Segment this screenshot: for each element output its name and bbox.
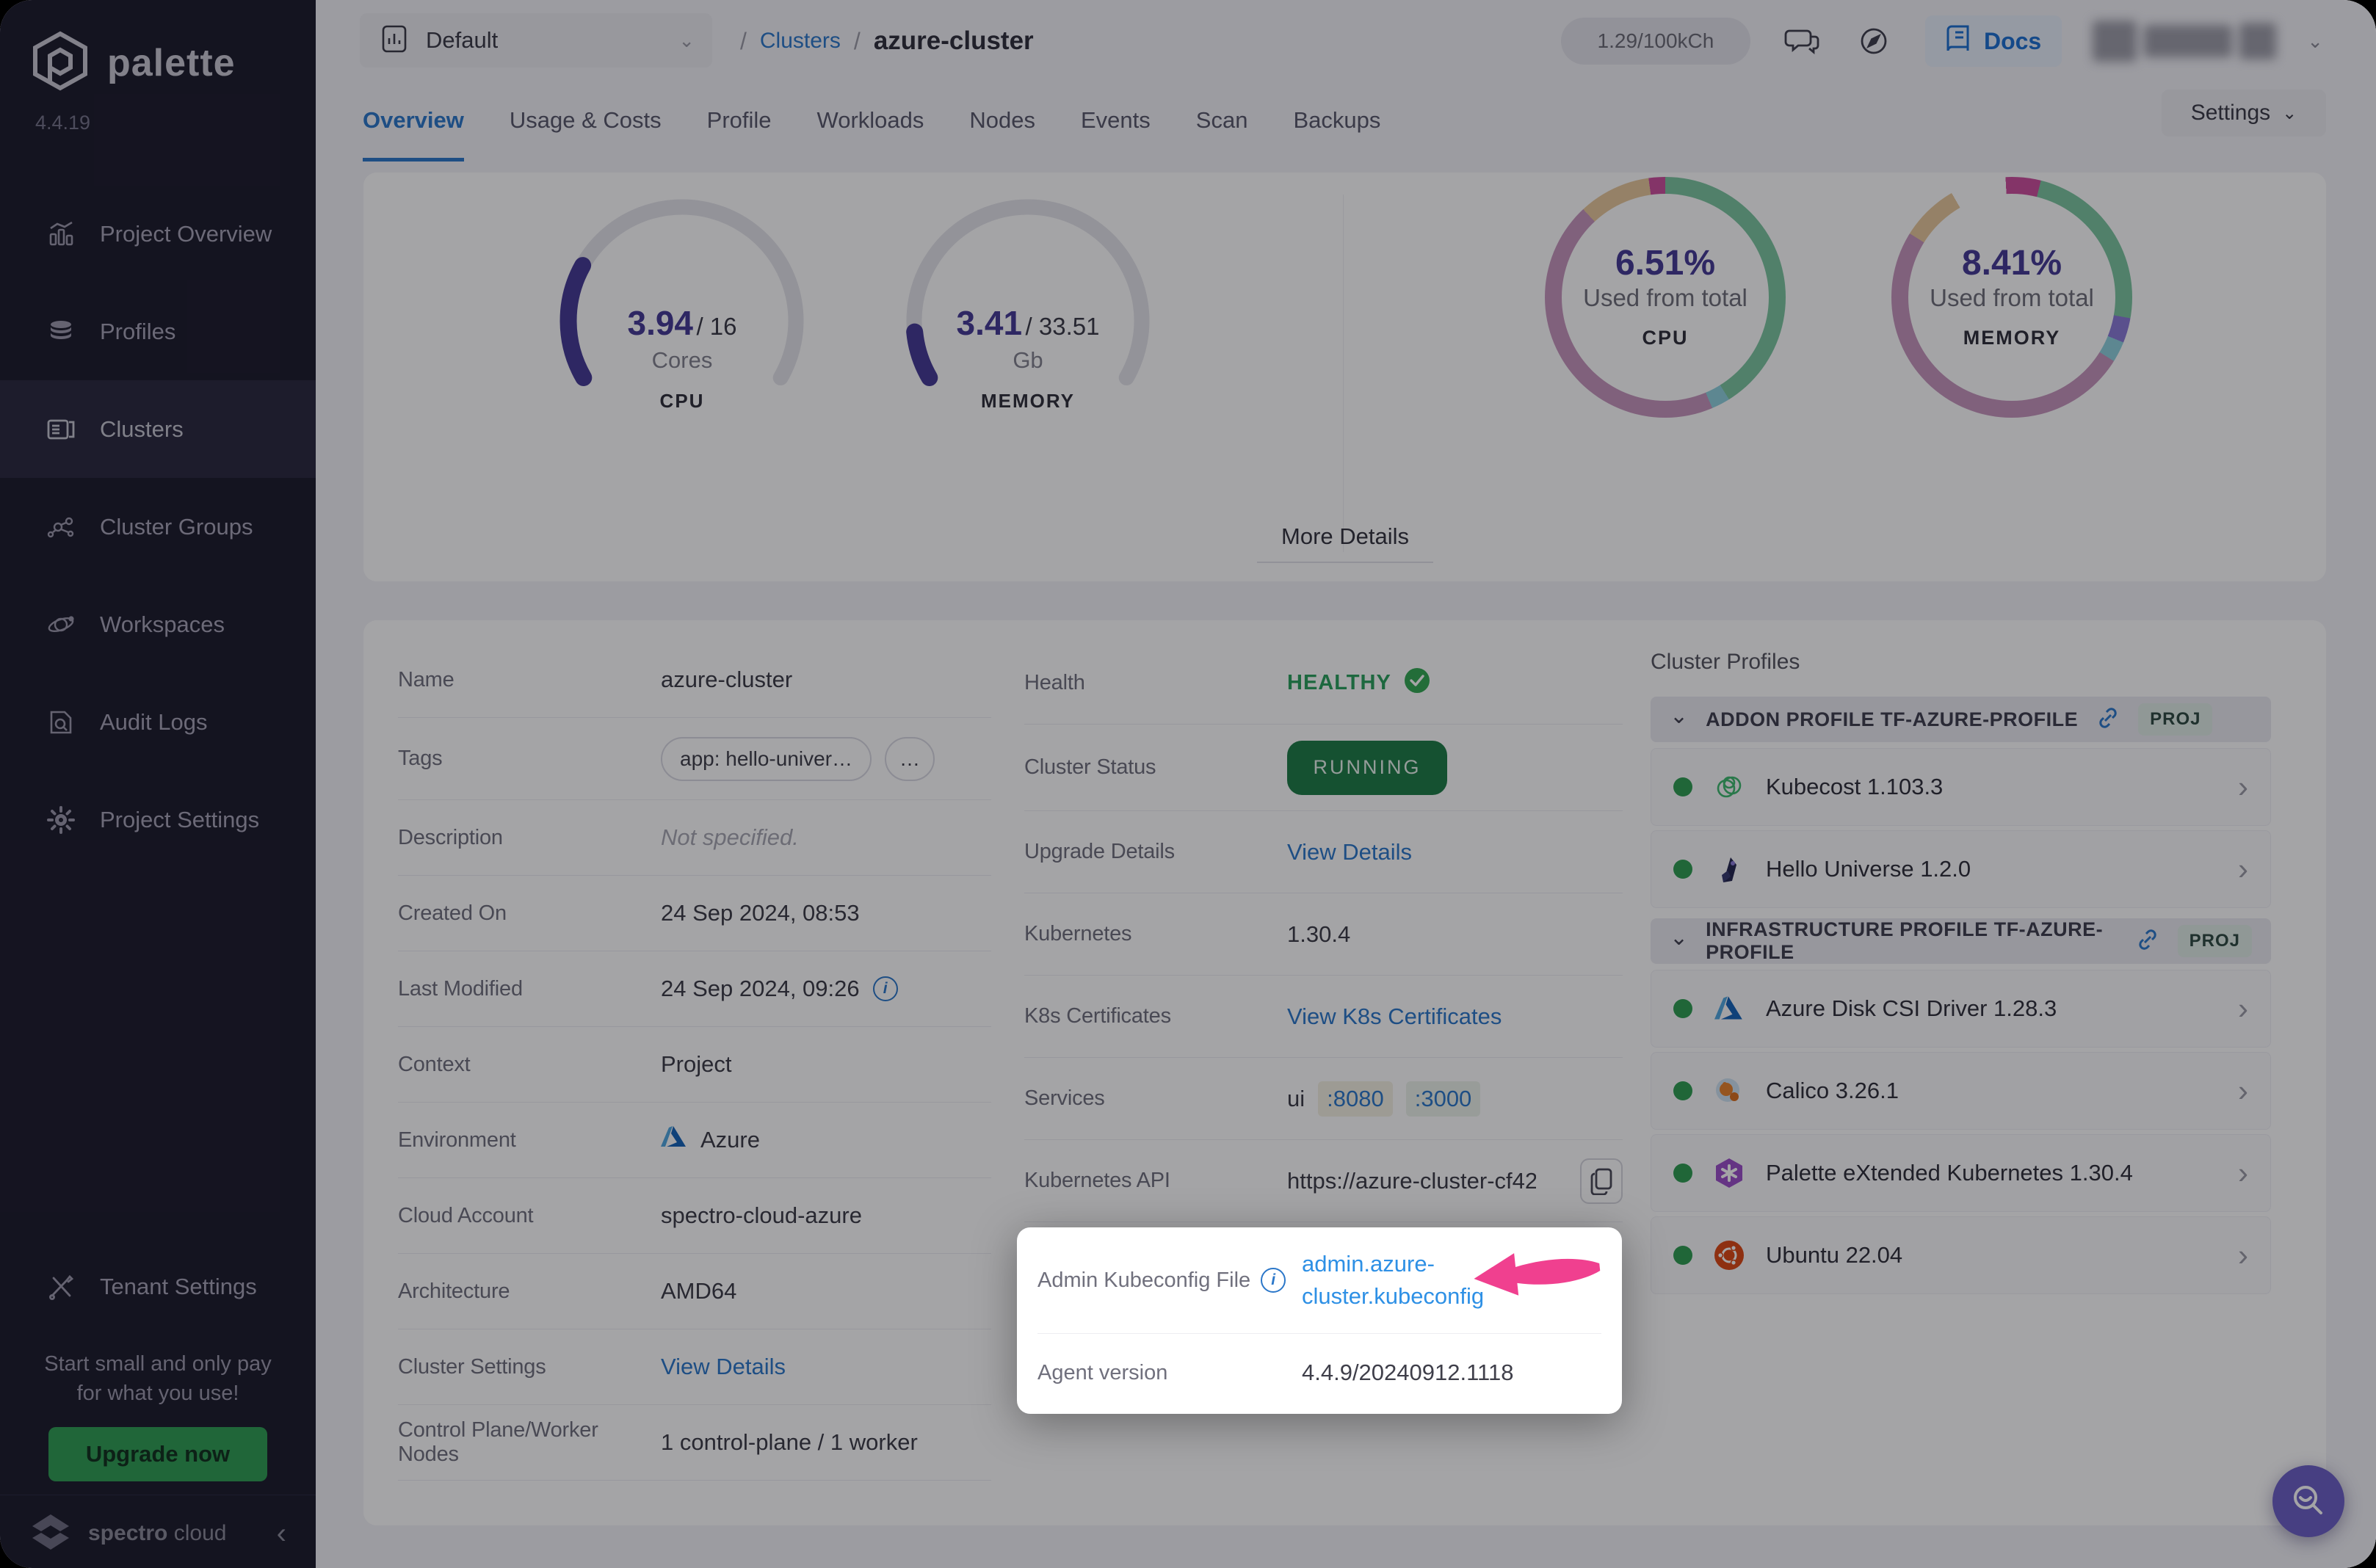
admin-kubeconfig-label: Admin Kubeconfig File: [1037, 1268, 1251, 1292]
app-window: palette 4.4.19 Project Overview Profiles…: [0, 0, 2376, 1568]
kubeconfig-spotlight-card: Admin Kubeconfig File i admin.azure- clu…: [1017, 1227, 1622, 1414]
info-icon[interactable]: i: [1261, 1268, 1286, 1293]
admin-kubeconfig-download-link[interactable]: admin.azure- cluster.kubeconfig: [1302, 1248, 1484, 1313]
agent-version-value: 4.4.9/20240912.1118: [1302, 1360, 1514, 1385]
agent-version-label: Agent version: [1037, 1360, 1168, 1384]
agent-version-row: Agent version 4.4.9/20240912.1118: [1037, 1334, 1601, 1412]
